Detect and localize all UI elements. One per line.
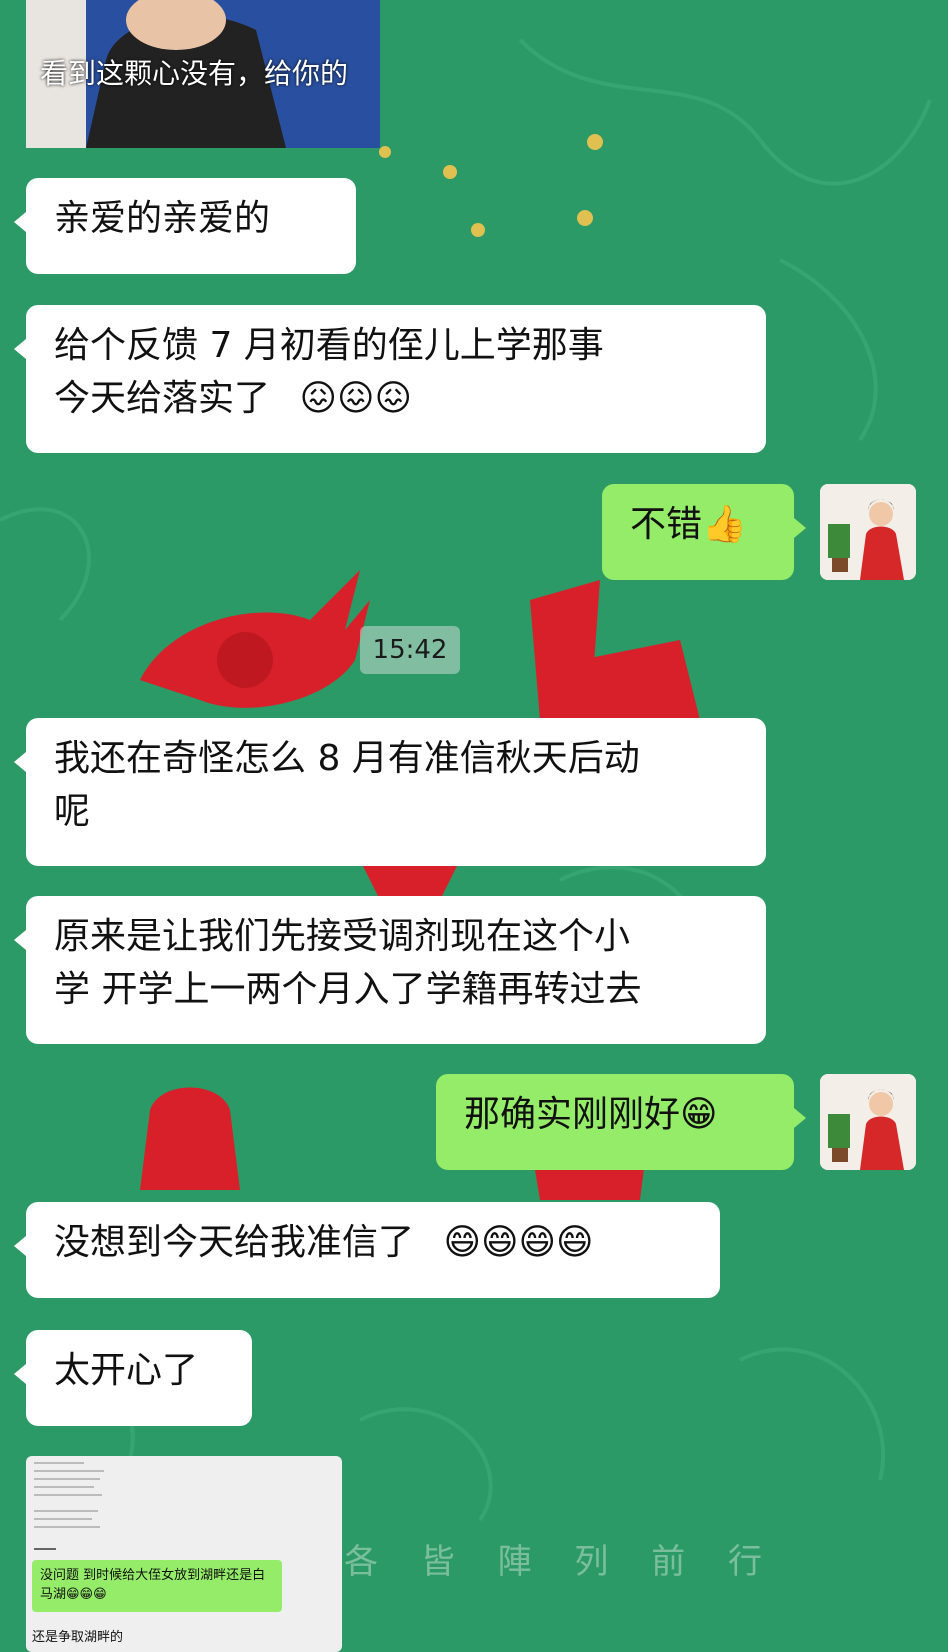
message-text-line: 学 开学上一两个月入了学籍再转过去: [54, 969, 642, 1010]
video-caption: 看到这颗心没有，给你的: [40, 57, 349, 90]
thumbs-up-emoji-icon: 👍: [702, 504, 747, 545]
message-text-line: 呢: [54, 791, 91, 832]
screenshot-preview-lines: [34, 1462, 104, 1550]
grinning-face-emoji-icon: 😁: [680, 1094, 718, 1135]
background-watermark-text: 各 皆 陣 列 前 行: [344, 1542, 779, 1582]
screenshot-green-bubble: 没问题 到时候给大侄女放到湖畔还是白马湖😁😁😁: [32, 1560, 282, 1612]
video-message-thumbnail[interactable]: 看到这颗心没有，给你的: [26, 0, 380, 148]
smiling-face-emoji-icon: 😄😄😄😄: [443, 1222, 594, 1263]
message-bubble-incoming[interactable]: 没想到今天给我准信了 😄😄😄😄: [14, 1202, 720, 1298]
message-timestamp: 15:42: [360, 626, 460, 674]
message-text-line: 我还在奇怪怎么 8 月有准信秋天后动: [54, 738, 640, 779]
message-text: 亲爱的亲爱的: [54, 198, 271, 239]
user-avatar[interactable]: [820, 484, 916, 580]
message-text: 太开心了: [54, 1350, 199, 1391]
message-bubble-incoming[interactable]: 我还在奇怪怎么 8 月有准信秋天后动 呢: [14, 718, 766, 866]
screenshot-bottom-text: 还是争取湖畔的: [32, 1630, 124, 1645]
avatar-image: [820, 1074, 916, 1170]
message-bubble-outgoing[interactable]: 不错👍: [602, 484, 806, 580]
message-bubble-incoming[interactable]: 太开心了: [14, 1330, 252, 1426]
user-avatar[interactable]: [820, 1074, 916, 1170]
message-bubble-incoming[interactable]: 原来是让我们先接受调剂现在这个小 学 开学上一两个月入了学籍再转过去: [14, 896, 766, 1044]
message-text: 那确实刚刚好: [464, 1094, 681, 1135]
confounded-face-emoji-icon: 😖😖😖: [299, 378, 413, 419]
message-text-line: 给个反馈 7 月初看的侄儿上学那事: [54, 325, 604, 366]
image-message-screenshot[interactable]: 没问题 到时候给大侄女放到湖畔还是白马湖😁😁😁 还是争取湖畔的: [26, 1456, 342, 1652]
message-text: 不错: [630, 504, 703, 545]
message-text: 没想到今天给我准信了: [54, 1222, 415, 1263]
message-bubble-incoming[interactable]: 给个反馈 7 月初看的侄儿上学那事 今天给落实了 😖😖😖: [14, 305, 766, 453]
message-bubble-incoming[interactable]: 亲爱的亲爱的: [14, 178, 356, 274]
avatar-image: [820, 484, 916, 580]
message-bubble-outgoing[interactable]: 那确实刚刚好😁: [436, 1074, 806, 1170]
message-text-line: 原来是让我们先接受调剂现在这个小: [54, 916, 631, 957]
message-text-line: 今天给落实了: [54, 378, 271, 419]
